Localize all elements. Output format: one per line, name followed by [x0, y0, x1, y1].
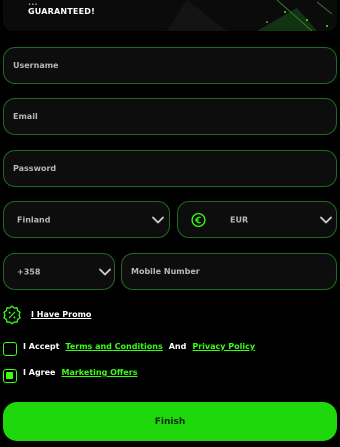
mobile-number-field[interactable]: [121, 253, 337, 290]
phone-code-value: +358: [17, 267, 41, 276]
mobile-number-input[interactable]: [122, 254, 336, 289]
chevron-down-icon: [320, 216, 332, 223]
terms-checkbox[interactable]: [3, 342, 17, 356]
currency-select[interactable]: EUR: [177, 201, 337, 238]
marketing-row: I Agree Marketing Offers: [23, 368, 138, 377]
terms-row: I Accept Terms and Conditions And Privacy P…: [23, 342, 255, 351]
euro-coin-icon: [191, 212, 206, 227]
currency-value: EUR: [230, 215, 249, 224]
promo-link[interactable]: I Have Promo: [31, 310, 91, 319]
email-input[interactable]: [4, 99, 336, 134]
promo-banner: ... GUARANTEED!: [3, 0, 337, 31]
percent-badge-icon[interactable]: [2, 305, 22, 325]
chevron-down-icon: [152, 216, 164, 223]
privacy-policy-link[interactable]: Privacy Policy: [192, 342, 255, 351]
marketing-checkbox[interactable]: [3, 369, 17, 383]
country-value: Finland: [17, 215, 51, 224]
terms-prefix: I Accept: [23, 342, 60, 351]
chevron-down-icon: [99, 268, 111, 275]
email-field[interactable]: [3, 98, 337, 135]
banner-line-1: ...: [28, 0, 38, 7]
country-select[interactable]: Finland: [3, 201, 170, 238]
marketing-offers-link[interactable]: Marketing Offers: [61, 368, 137, 377]
username-input[interactable]: [4, 48, 336, 83]
username-field[interactable]: [3, 47, 337, 84]
finish-button[interactable]: Finish: [3, 402, 337, 441]
password-input[interactable]: [4, 151, 336, 186]
marketing-prefix: I Agree: [23, 368, 56, 377]
terms-and: And: [168, 342, 187, 351]
banner-text: ... GUARANTEED!: [28, 0, 95, 16]
banner-artwork: [167, 0, 337, 31]
banner-line-2: GUARANTEED!: [28, 7, 95, 16]
password-field[interactable]: [3, 150, 337, 187]
registration-form-screen: ... GUARANTEED! Finland: [0, 0, 340, 447]
phone-code-select[interactable]: +358: [3, 253, 115, 290]
terms-link[interactable]: Terms and Conditions: [65, 342, 162, 351]
